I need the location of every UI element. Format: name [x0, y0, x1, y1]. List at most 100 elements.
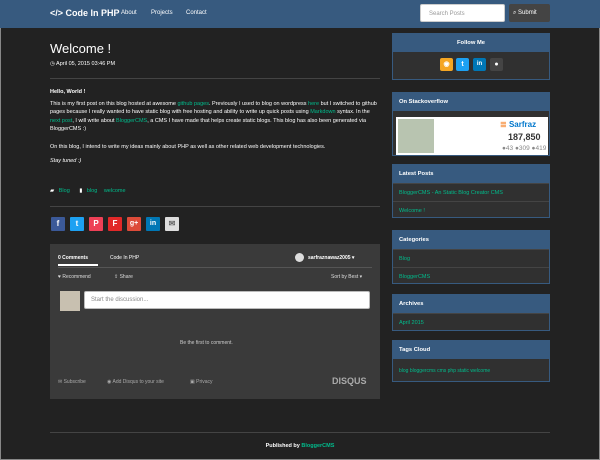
- chevron-down-icon: ▾: [359, 274, 363, 280]
- latest-post-item[interactable]: BloggerCMS - An Static Blog Creator CMS: [393, 183, 549, 201]
- subscribe-link[interactable]: ✉ Subscribe: [58, 379, 86, 385]
- share-icon: ⇪: [114, 274, 119, 280]
- submit-button[interactable]: ⌕ Submit: [509, 4, 550, 22]
- footer: Published by BloggerCMS: [0, 443, 600, 449]
- folder-icon: ▰: [50, 188, 55, 194]
- nav-link-about[interactable]: About: [121, 10, 137, 16]
- tags-cloud[interactable]: blog bloggercms cms php static welcome: [393, 359, 549, 377]
- rss-icon[interactable]: ◉: [440, 58, 453, 71]
- active-tab-indicator: [58, 264, 98, 266]
- clock-icon: ◷: [50, 61, 55, 67]
- wordpress-link[interactable]: here: [308, 101, 319, 107]
- panel-title: Follow Me: [393, 34, 549, 52]
- bookmark-icon: ▮: [79, 188, 83, 194]
- post-title: Welcome !: [50, 41, 112, 56]
- nav-link-projects[interactable]: Projects: [151, 10, 173, 16]
- chevron-down-icon: ▾: [351, 255, 355, 261]
- panel-title: On Stackoverflow: [393, 93, 549, 111]
- github-pages-link[interactable]: github pages: [177, 101, 209, 107]
- archives-panel: Archives April 2015: [392, 294, 550, 331]
- post-meta: ▰ Blog ▮ blog welcome: [50, 188, 126, 194]
- panel-title: Latest Posts: [393, 165, 549, 183]
- latest-posts-panel: Latest Posts BloggerCMS - An Static Blog…: [392, 164, 550, 218]
- follow-panel: Follow Me ◉ t in ●: [392, 33, 550, 80]
- user-avatar: [295, 253, 304, 262]
- footer-link[interactable]: BloggerCMS: [301, 443, 334, 449]
- user-name[interactable]: sarfraznawaz2005 ▾: [308, 255, 354, 261]
- latest-post-item[interactable]: Welcome !: [393, 201, 549, 219]
- navbar: </> Code In PHP About Projects Contact S…: [0, 0, 600, 28]
- pocket-icon[interactable]: P: [89, 217, 103, 231]
- sort-label: Sort by Best: [331, 274, 359, 280]
- archive-item[interactable]: April 2015: [393, 313, 549, 331]
- twitter-icon[interactable]: t: [456, 58, 469, 71]
- email-icon[interactable]: ✉: [165, 217, 179, 231]
- privacy-label: Privacy: [196, 379, 213, 385]
- divider: [50, 432, 550, 433]
- tag-link[interactable]: blog: [87, 188, 97, 194]
- panel-title: Tags Cloud: [393, 341, 549, 359]
- bloggercms-link[interactable]: BloggerCMS: [116, 118, 147, 124]
- user-name-text: sarfraznawaz2005: [308, 255, 351, 261]
- empty-message: Be the first to comment.: [180, 340, 233, 346]
- panel-title: Categories: [393, 231, 549, 249]
- divider: [50, 78, 380, 79]
- google-plus-icon[interactable]: g+: [127, 217, 141, 231]
- panel-title: Archives: [393, 295, 549, 313]
- text-span: syntax. In the: [335, 109, 370, 116]
- add-disqus-label: Add Disqus to your site: [112, 379, 164, 385]
- recommend-button[interactable]: ♥ Recommend: [58, 274, 91, 280]
- next-post-link[interactable]: next post: [50, 118, 72, 124]
- footer-text: Published by: [265, 443, 302, 449]
- flipboard-icon[interactable]: F: [108, 217, 122, 231]
- add-disqus-link[interactable]: ◉ Add Disqus to your site: [107, 379, 164, 385]
- post-date: ◷ April 05, 2015 03:46 PM: [50, 61, 115, 67]
- comments-tab[interactable]: 0 Comments: [58, 255, 88, 261]
- heart-icon: ♥: [58, 274, 61, 280]
- so-username: ≣ Sarfraz: [500, 120, 536, 129]
- tags-cloud-panel: Tags Cloud blog bloggercms cms php stati…: [392, 340, 550, 382]
- envelope-icon: ✉: [58, 379, 63, 385]
- category-item[interactable]: BloggerCMS: [393, 267, 549, 285]
- so-reputation: 187,850: [508, 132, 541, 142]
- post-paragraph-2: On this blog, I intend to write my ideas…: [50, 144, 326, 150]
- disqus-logo[interactable]: DISQUS: [332, 376, 367, 386]
- brand-link[interactable]: </> Code In PHP: [50, 8, 120, 18]
- comment-input[interactable]: Start the discussion...: [84, 291, 370, 309]
- linkedin-icon[interactable]: in: [473, 58, 486, 71]
- lock-icon: ▣: [190, 379, 195, 385]
- submit-label: Submit: [518, 10, 537, 16]
- facebook-icon[interactable]: f: [51, 217, 65, 231]
- avatar: [398, 119, 434, 153]
- search-icon: ⌕: [513, 10, 517, 16]
- nav-link-contact[interactable]: Contact: [186, 10, 207, 16]
- markdown-link[interactable]: Markdown: [310, 109, 335, 115]
- category-item[interactable]: Blog: [393, 249, 549, 267]
- divider: [58, 267, 372, 268]
- privacy-link[interactable]: ▣ Privacy: [190, 379, 213, 385]
- so-badges: ●43 ●309 ●419: [502, 145, 547, 152]
- disqus-widget: 0 Comments Code In PHP sarfraznawaz2005 …: [50, 244, 380, 399]
- avatar: [60, 291, 80, 311]
- search-input[interactable]: Search Posts: [420, 4, 505, 22]
- stackoverflow-panel: On Stackoverflow ≣ Sarfraz 187,850 ●43 ●…: [392, 92, 550, 156]
- share-label: Share: [119, 274, 133, 280]
- post-paragraph-1: This is my first post on this blog hoste…: [50, 100, 380, 133]
- github-icon[interactable]: ●: [490, 58, 503, 71]
- tag-link[interactable]: welcome: [104, 188, 126, 194]
- so-username-text: Sarfraz: [508, 120, 537, 129]
- recommend-label: Recommend: [62, 274, 91, 280]
- text-span: , I will write about: [72, 117, 117, 124]
- disqus-icon: ◉: [107, 379, 112, 385]
- stackoverflow-icon: ≣: [500, 120, 507, 129]
- share-button[interactable]: ⇪ Share: [114, 274, 133, 280]
- subscribe-label: Subscribe: [63, 379, 86, 385]
- twitter-icon[interactable]: t: [70, 217, 84, 231]
- stackoverflow-flair[interactable]: ≣ Sarfraz 187,850 ●43 ●309 ●419: [396, 117, 548, 155]
- site-tab[interactable]: Code In PHP: [110, 255, 139, 261]
- sort-dropdown[interactable]: Sort by Best ▾: [331, 274, 362, 280]
- linkedin-icon[interactable]: in: [146, 217, 160, 231]
- post-hello-text: Hello, World !: [50, 89, 86, 95]
- post-date-text: April 05, 2015 03:46 PM: [56, 61, 116, 67]
- category-link[interactable]: Blog: [59, 188, 70, 194]
